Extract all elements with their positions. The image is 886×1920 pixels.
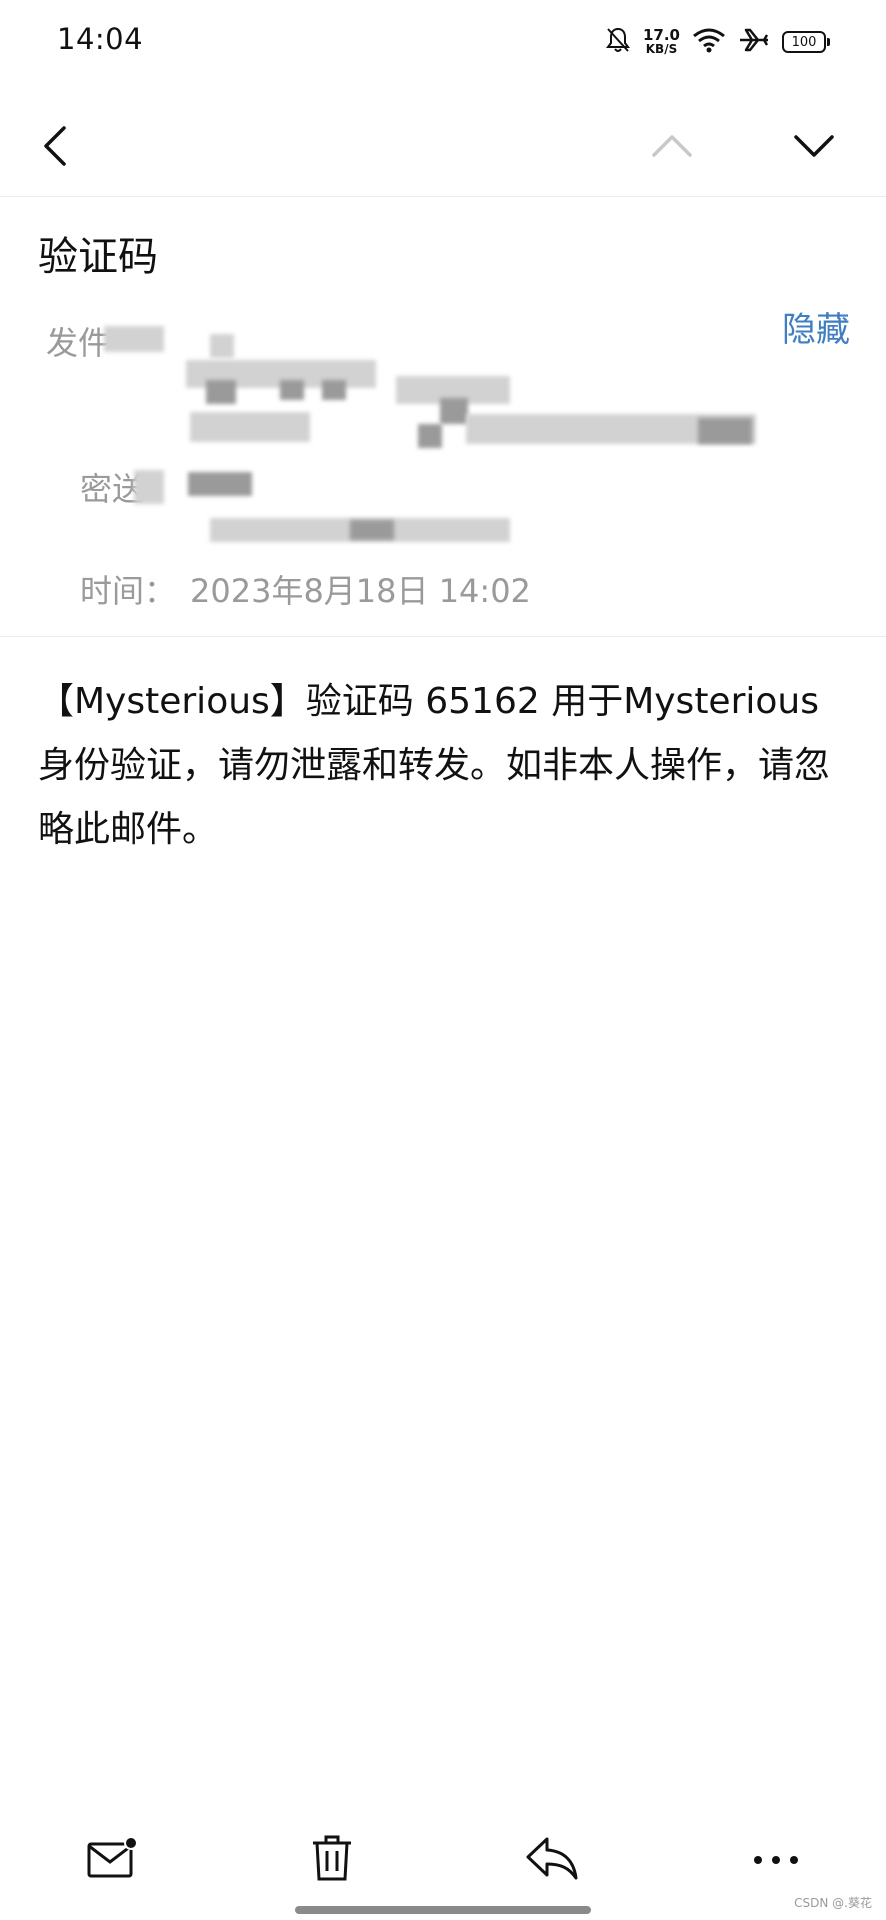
bell-muted-icon [605,26,631,58]
status-bar: 14:04 17.0 KB/S 100 [0,0,886,80]
watermark: CSDN @.葵花 [794,1896,872,1910]
email-subject: 验证码 [38,234,158,280]
delete-button[interactable] [302,1830,362,1890]
back-button[interactable] [24,116,88,180]
bottom-toolbar [0,1820,886,1900]
hide-details-link[interactable]: 隐藏 [782,302,850,351]
more-icon [752,1851,800,1870]
status-icons: 17.0 KB/S 100 [605,22,830,62]
time-label: 时间： [80,572,177,610]
trash-icon [310,1833,354,1887]
airplane-icon [738,27,770,57]
net-speed: 17.0 KB/S [642,26,680,57]
next-email-button[interactable] [782,116,846,180]
reply-button[interactable] [522,1830,582,1890]
email-time: 2023年8月18日 14:02 [190,572,531,610]
email-body: 【Mysterious】验证码 65162 用于Mysterious身份验证，请… [38,681,831,850]
chevron-left-icon [36,124,76,172]
battery-icon: 100 [782,31,830,53]
battery-level: 100 [791,34,817,50]
mark-unread-button[interactable] [82,1830,142,1890]
chevron-down-icon [792,131,836,165]
wifi-icon [692,27,726,57]
previous-email-button[interactable] [640,116,704,180]
chevron-up-icon [650,131,694,165]
reply-icon [525,1835,579,1885]
mail-unread-icon [86,1836,138,1884]
header-divider [0,636,886,637]
home-indicator[interactable] [295,1906,591,1914]
net-speed-value: 17.0 [642,26,680,44]
more-button[interactable] [746,1830,806,1890]
net-speed-unit: KB/S [645,42,678,56]
from-label: 发件 [46,324,111,362]
status-time: 14:04 [57,22,144,56]
top-nav [0,96,886,197]
